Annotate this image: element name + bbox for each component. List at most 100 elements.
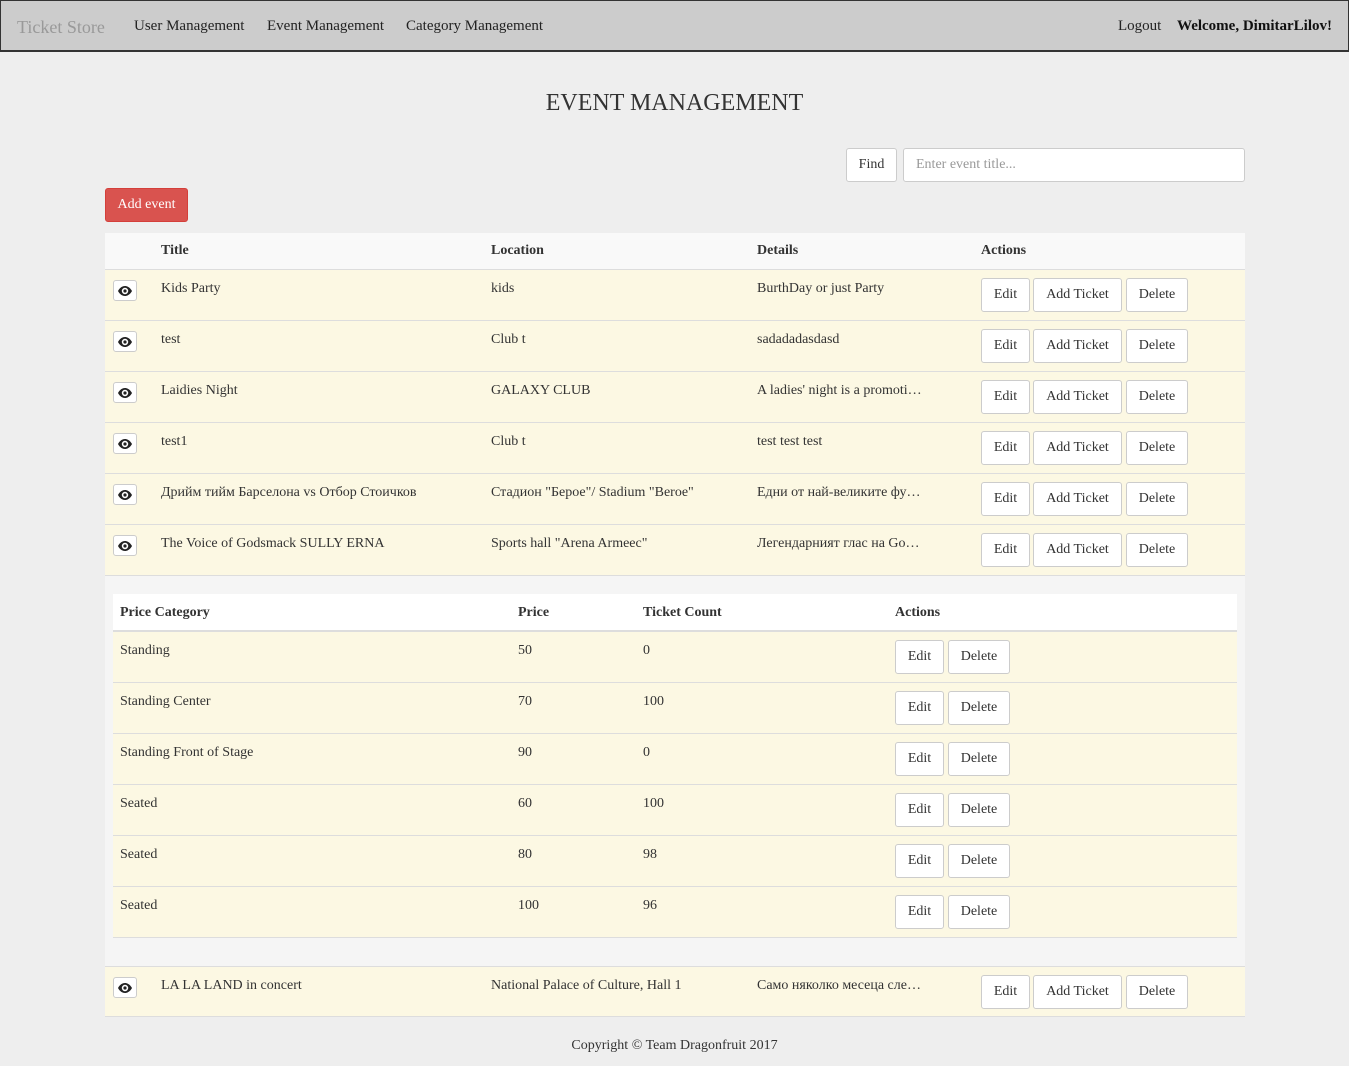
- ticket-count: 100: [643, 694, 664, 709]
- header-price-category: Price Category: [120, 605, 210, 620]
- ticket-delete-button[interactable]: Delete: [948, 742, 1010, 776]
- nav-event-management[interactable]: Event Management: [267, 18, 384, 35]
- edit-button[interactable]: Edit: [981, 482, 1030, 516]
- find-button[interactable]: Find: [846, 148, 897, 182]
- eye-icon: [118, 336, 132, 347]
- view-button[interactable]: [113, 382, 137, 403]
- event-location: kids: [491, 281, 515, 296]
- view-button[interactable]: [113, 484, 137, 505]
- ticket-row: Standing Center 70 100 Edit Delete: [113, 683, 1237, 734]
- ticket-delete-button[interactable]: Delete: [948, 844, 1010, 878]
- delete-button[interactable]: Delete: [1126, 533, 1188, 567]
- eye-icon: [118, 540, 132, 551]
- view-button[interactable]: [113, 331, 137, 352]
- ticket-delete-button[interactable]: Delete: [948, 895, 1010, 929]
- add-event-button[interactable]: Add event: [105, 188, 188, 222]
- delete-button[interactable]: Delete: [1126, 278, 1188, 312]
- event-location: Club t: [491, 332, 526, 347]
- ticket-row: Standing Front of Stage 90 0 Edit Delete: [113, 734, 1237, 785]
- ticket-edit-button[interactable]: Edit: [895, 640, 944, 674]
- view-button[interactable]: [113, 535, 137, 556]
- event-location: GALAXY CLUB: [491, 383, 591, 398]
- delete-button[interactable]: Delete: [1126, 975, 1188, 1009]
- add-ticket-button[interactable]: Add Ticket: [1033, 431, 1122, 465]
- event-title: Дрийм тийм Барселона vs Отбор Стоичков: [161, 485, 417, 500]
- ticket-count: 0: [643, 643, 650, 658]
- brand-link[interactable]: Ticket Store: [17, 17, 105, 38]
- nav-user-management[interactable]: User Management: [134, 18, 244, 35]
- ticket-delete-button[interactable]: Delete: [948, 793, 1010, 827]
- add-ticket-button[interactable]: Add Ticket: [1033, 278, 1122, 312]
- ticket-row: Seated 60 100 Edit Delete: [113, 785, 1237, 836]
- ticket-delete-button[interactable]: Delete: [948, 691, 1010, 725]
- eye-icon: [118, 489, 132, 500]
- table-row: Дрийм тийм Барселона vs Отбор Стоичков Ст…: [105, 474, 1245, 525]
- add-ticket-button[interactable]: Add Ticket: [1033, 482, 1122, 516]
- nav-category-management[interactable]: Category Management: [406, 18, 543, 35]
- price-value: 60: [518, 796, 532, 811]
- price-category: Standing: [120, 643, 170, 658]
- edit-button[interactable]: Edit: [981, 278, 1030, 312]
- eye-icon: [118, 285, 132, 296]
- add-ticket-button[interactable]: Add Ticket: [1033, 975, 1122, 1009]
- view-button[interactable]: [113, 977, 137, 998]
- add-ticket-button[interactable]: Add Ticket: [1033, 533, 1122, 567]
- event-details: A ladies' night is a promoti…: [757, 383, 922, 398]
- table-row: test Club t sadadadasdasd Edit Add Ticket Del…: [105, 321, 1245, 372]
- header-actions: Actions: [981, 243, 1027, 258]
- ticket-count: 96: [643, 898, 657, 913]
- event-details: sadadadasdasd: [757, 332, 840, 347]
- edit-button[interactable]: Edit: [981, 533, 1030, 567]
- view-button[interactable]: [113, 433, 137, 454]
- event-location: National Palace of Culture, Hall 1: [491, 978, 682, 993]
- event-location: Club t: [491, 434, 526, 449]
- table-row: The Voice of Godsmack SULLY ERNA Sports h…: [105, 525, 1245, 576]
- price-category: Standing Center: [120, 694, 211, 709]
- view-button[interactable]: [113, 280, 137, 301]
- add-ticket-button[interactable]: Add Ticket: [1033, 329, 1122, 363]
- edit-button[interactable]: Edit: [981, 329, 1030, 363]
- add-ticket-button[interactable]: Add Ticket: [1033, 380, 1122, 414]
- event-location: Стадион "Берое"/ Stadium "Beroe": [491, 485, 694, 500]
- page-title: EVENT MANAGEMENT: [545, 90, 804, 116]
- price-category: Seated: [120, 898, 158, 913]
- ticket-edit-button[interactable]: Edit: [895, 793, 944, 827]
- delete-button[interactable]: Delete: [1126, 380, 1188, 414]
- table-row: Kids Party kids BurthDay or just Party Edit…: [105, 270, 1245, 321]
- ticket-edit-button[interactable]: Edit: [895, 895, 944, 929]
- tickets-table: Price Category Price Ticket Count Action…: [113, 594, 1237, 938]
- header-title: Title: [161, 243, 189, 258]
- event-title: test: [161, 332, 181, 347]
- price-value: 80: [518, 847, 532, 862]
- event-details: Едни от най-великите фу…: [757, 485, 921, 500]
- event-details: Само няколко месеца сле…: [757, 978, 921, 993]
- table-row: Laidies Night GALAXY CLUB A ladies' night …: [105, 372, 1245, 423]
- event-details: Легендарният глас на Go…: [757, 536, 920, 551]
- ticket-edit-button[interactable]: Edit: [895, 691, 944, 725]
- price-value: 50: [518, 643, 532, 658]
- delete-button[interactable]: Delete: [1126, 431, 1188, 465]
- tickets-table-header: Price Category Price Ticket Count Action…: [113, 594, 1237, 632]
- logout-link[interactable]: Logout: [1118, 18, 1161, 35]
- eye-icon: [118, 438, 132, 449]
- ticket-count: 98: [643, 847, 657, 862]
- ticket-edit-button[interactable]: Edit: [895, 742, 944, 776]
- edit-button[interactable]: Edit: [981, 975, 1030, 1009]
- header-price: Price: [518, 605, 550, 620]
- welcome-text: Welcome, DimitarLilov!: [1177, 18, 1332, 34]
- ticket-edit-button[interactable]: Edit: [895, 844, 944, 878]
- edit-button[interactable]: Edit: [981, 380, 1030, 414]
- event-details: test test test: [757, 434, 823, 449]
- ticket-delete-button[interactable]: Delete: [948, 640, 1010, 674]
- delete-button[interactable]: Delete: [1126, 482, 1188, 516]
- footer: Copyright © Team Dragonfruit 2017: [571, 1038, 778, 1053]
- eye-icon: [118, 387, 132, 398]
- event-location: Sports hall "Arena Armeec": [491, 536, 648, 551]
- search-input[interactable]: [903, 148, 1245, 182]
- edit-button[interactable]: Edit: [981, 431, 1030, 465]
- ticket-count: 0: [643, 745, 650, 760]
- delete-button[interactable]: Delete: [1126, 329, 1188, 363]
- events-table: Title Location Details Actions Kids Part…: [105, 233, 1245, 1017]
- header-ticket-count: Ticket Count: [643, 605, 722, 620]
- ticket-row: Seated 80 98 Edit Delete: [113, 836, 1237, 887]
